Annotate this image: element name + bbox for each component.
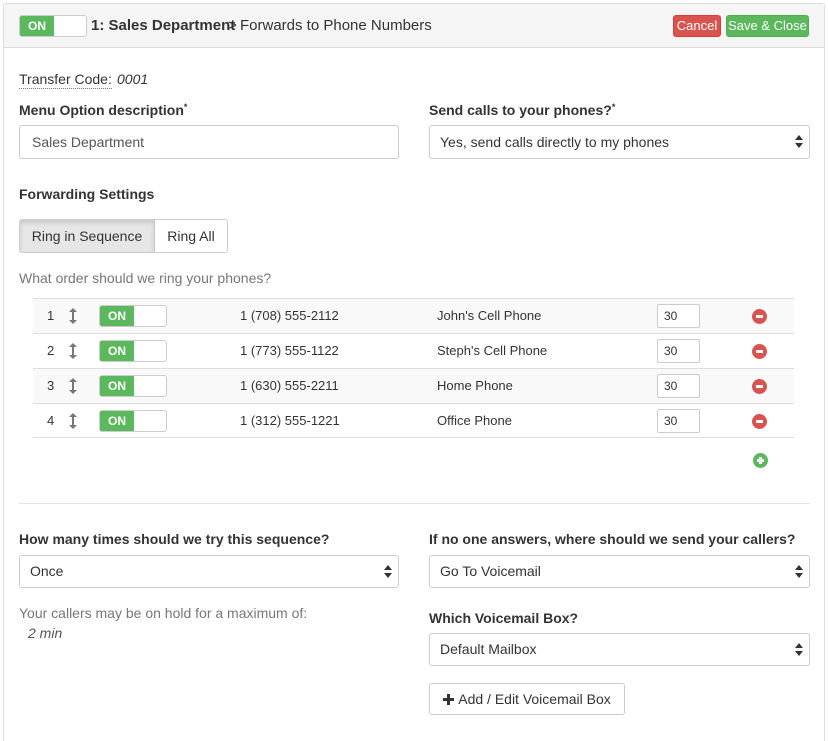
up-down-caret-icon <box>795 135 803 149</box>
minus-circle-icon[interactable] <box>752 309 767 324</box>
up-down-caret-icon <box>795 643 803 657</box>
toggle-on-label: ON <box>100 306 134 326</box>
row-index: 3 <box>47 378 55 393</box>
row-index: 1 <box>47 308 55 323</box>
toggle-on-label: ON <box>100 411 134 431</box>
row-index: 4 <box>47 413 55 428</box>
transfer-code-label: Transfer Code: <box>19 71 112 89</box>
required-marker: * <box>611 102 616 112</box>
enabled-toggle[interactable]: ON <box>19 15 87 37</box>
phone-number: 1 (312) 555-1221 <box>240 413 340 428</box>
no-answer-value: Go To Voicemail <box>440 563 541 579</box>
sort-vertical-icon[interactable] <box>69 378 77 394</box>
add-edit-voicemail-label: Add / Edit Voicemail Box <box>458 691 611 707</box>
voicemail-value: Default Mailbox <box>440 641 537 657</box>
phone-toggle[interactable]: ON <box>99 305 167 327</box>
menu-option-label: Menu Option description* <box>19 102 187 118</box>
phone-name: Office Phone <box>437 413 512 428</box>
panel-header: ON 1: Sales Department > Forwards to Pho… <box>4 4 824 48</box>
ring-in-sequence-button[interactable]: Ring in Sequence <box>19 219 155 253</box>
forwarding-settings-heading: Forwarding Settings <box>19 186 155 202</box>
add-edit-voicemail-button[interactable]: Add / Edit Voicemail Box <box>429 683 625 715</box>
tries-label: How many times should we try this sequen… <box>19 531 330 547</box>
phone-name: Home Phone <box>437 378 513 393</box>
hold-time-value: 2 min <box>28 625 63 641</box>
save-close-button[interactable]: Save & Close <box>726 15 809 37</box>
voicemail-select[interactable]: Default Mailbox <box>429 633 810 666</box>
row-index: 2 <box>47 343 55 358</box>
phone-number: 1 (773) 555-1122 <box>240 343 339 358</box>
up-down-caret-icon <box>384 565 392 579</box>
table-row: 2 ON 1 (773) 555-1122 Steph's Cell Phone… <box>33 333 794 368</box>
voicemail-label: Which Voicemail Box? <box>429 610 579 626</box>
phone-toggle[interactable]: ON <box>99 340 167 362</box>
hold-time-text: Your callers may be on hold for a maximu… <box>19 605 308 621</box>
required-marker: * <box>183 102 188 112</box>
minus-circle-icon[interactable] <box>752 379 767 394</box>
plus-icon <box>443 694 455 705</box>
ring-order-question: What order should we ring your phones? <box>19 270 272 286</box>
tries-value: Once <box>30 563 64 579</box>
ring-seconds-input[interactable]: 30 <box>657 374 700 398</box>
transfer-code-value: 0001 <box>117 71 149 87</box>
no-answer-select[interactable]: Go To Voicemail <box>429 555 810 588</box>
table-row: 3 ON 1 (630) 555-2211 Home Phone 30 <box>33 368 794 403</box>
breadcrumb-current: Forwards to Phone Numbers <box>240 17 432 34</box>
sort-vertical-icon[interactable] <box>69 343 77 359</box>
table-row: 4 ON 1 (312) 555-1221 Office Phone 30 <box>33 403 794 438</box>
toggle-on-label: ON <box>100 376 134 396</box>
cancel-button[interactable]: Cancel <box>673 15 721 37</box>
ring-seconds-input[interactable]: 30 <box>657 339 700 363</box>
minus-circle-icon[interactable] <box>752 414 767 429</box>
ring-seconds-input[interactable]: 30 <box>657 304 700 328</box>
table-row: 1 ON 1 (708) 555-2112 John's Cell Phone … <box>33 298 794 333</box>
tries-select[interactable]: Once <box>19 555 399 588</box>
send-calls-value: Yes, send calls directly to my phones <box>440 134 670 150</box>
up-down-caret-icon <box>795 565 803 579</box>
sort-vertical-icon[interactable] <box>69 413 77 429</box>
phone-number: 1 (708) 555-2112 <box>240 308 339 323</box>
menu-option-label-text: Menu Option description <box>19 102 184 118</box>
phone-toggle[interactable]: ON <box>99 375 167 397</box>
ring-all-button[interactable]: Ring All <box>154 219 228 253</box>
phone-number: 1 (630) 555-2211 <box>240 378 339 393</box>
send-calls-select[interactable]: Yes, send calls directly to my phones <box>429 125 810 159</box>
option-title: 1: Sales Department <box>91 17 236 34</box>
toggle-on-label: ON <box>20 16 54 36</box>
ring-seconds-input[interactable]: 30 <box>657 409 700 433</box>
menu-option-input[interactable]: Sales Department <box>19 125 399 159</box>
plus-circle-icon[interactable] <box>753 453 768 468</box>
send-calls-label-text: Send calls to your phones? <box>429 102 612 118</box>
no-answer-label: If no one answers, where should we send … <box>429 531 796 547</box>
phones-table: 1 ON 1 (708) 555-2112 John's Cell Phone … <box>33 298 794 438</box>
toggle-on-label: ON <box>100 341 134 361</box>
breadcrumb-separator: > <box>228 17 237 34</box>
phone-name: John's Cell Phone <box>437 308 542 323</box>
sort-vertical-icon[interactable] <box>69 308 77 324</box>
send-calls-label: Send calls to your phones?* <box>429 102 615 118</box>
phone-toggle[interactable]: ON <box>99 410 167 432</box>
phone-name: Steph's Cell Phone <box>437 343 548 358</box>
section-divider <box>19 503 810 504</box>
minus-circle-icon[interactable] <box>752 344 767 359</box>
